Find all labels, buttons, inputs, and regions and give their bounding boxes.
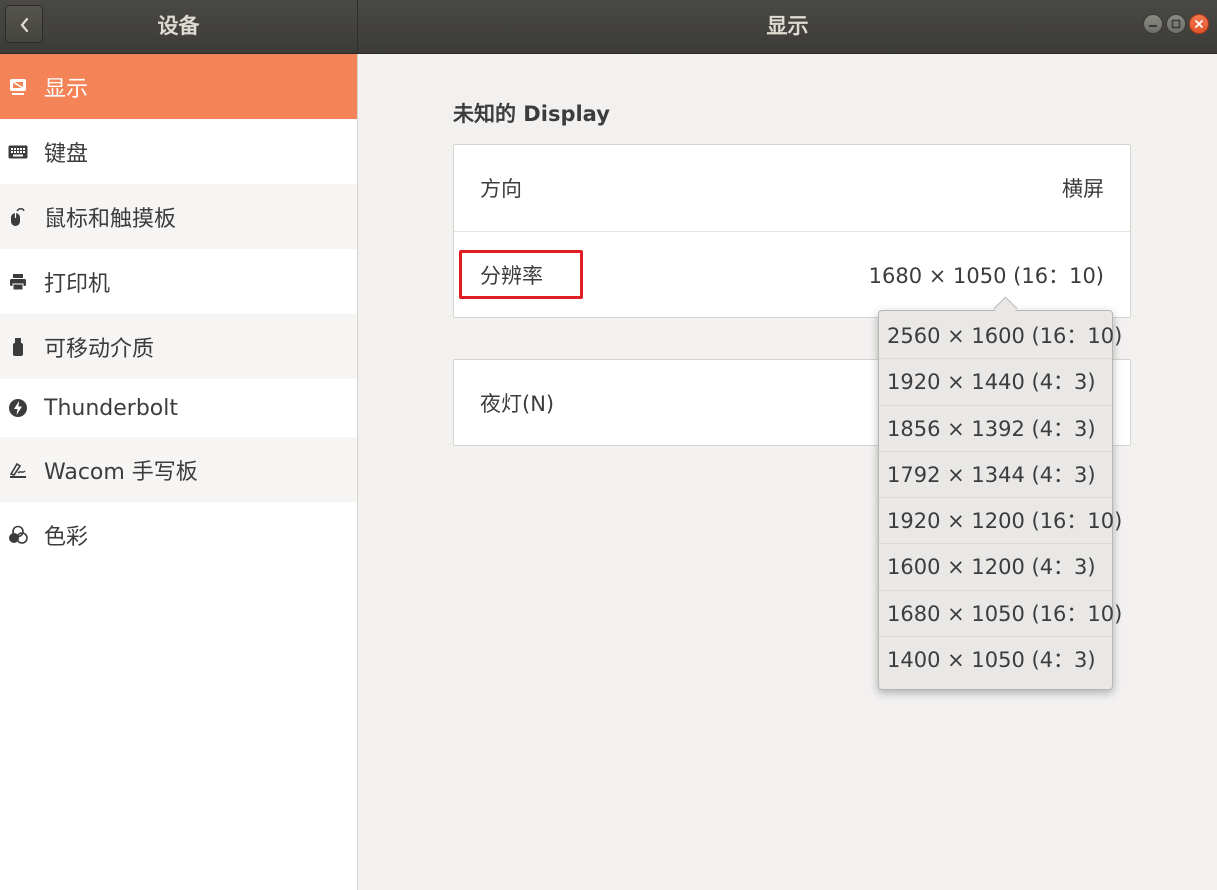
sidebar-item-label: 显示 <box>44 76 89 102</box>
resolution-option[interactable]: 1856 × 1392 (4：3) <box>879 406 1112 452</box>
resolution-option[interactable]: 1680 × 1050 (16：10) <box>879 591 1122 638</box>
sidebar: 显示 键盘 鼠标和触摸板 打印机 可移动介质 Thunderbolt Wacom… <box>0 54 358 890</box>
header-bar: 设备 显示 <box>0 0 1217 54</box>
thunderbolt-icon <box>8 398 28 418</box>
orientation-row[interactable]: 方向 横屏 <box>454 145 1130 231</box>
sidebar-item-wacom-tablet[interactable]: Wacom 手写板 <box>0 437 357 502</box>
close-icon <box>1195 20 1203 28</box>
resolution-row[interactable]: 分辨率 1680 × 1050 (16：10) <box>454 231 1130 318</box>
display-icon <box>8 77 28 97</box>
resolution-option-list: 2560 × 1600 (16：10) 1920 × 1440 (4：3) 18… <box>879 313 1122 683</box>
resolution-option[interactable]: 1920 × 1200 (16：10) <box>879 498 1122 545</box>
sidebar-item-label: 键盘 <box>44 141 89 167</box>
mouse-icon <box>8 207 28 227</box>
sidebar-header-title: 设备 <box>157 14 200 38</box>
sidebar-item-label: Thunderbolt <box>44 395 178 421</box>
usb-drive-icon <box>8 337 28 357</box>
sidebar-item-color[interactable]: 色彩 <box>0 502 357 567</box>
maximize-icon <box>1171 19 1181 29</box>
close-button[interactable] <box>1189 14 1209 34</box>
sidebar-header: 设备 <box>0 0 358 53</box>
sidebar-item-printers[interactable]: 打印机 <box>0 249 357 314</box>
printer-icon <box>8 272 28 292</box>
keyboard-icon <box>8 142 28 162</box>
tablet-icon <box>8 460 28 480</box>
minimize-icon <box>1149 25 1157 27</box>
sidebar-item-label: 鼠标和触摸板 <box>44 206 177 232</box>
sidebar-item-label: 色彩 <box>44 524 89 550</box>
annotation-highlight-box <box>459 250 583 299</box>
sidebar-item-keyboard[interactable]: 键盘 <box>0 119 357 184</box>
sidebar-item-mouse[interactable]: 鼠标和触摸板 <box>0 184 357 249</box>
color-icon <box>8 525 28 545</box>
minimize-button[interactable] <box>1143 14 1163 34</box>
orientation-value: 横屏 <box>1062 177 1104 201</box>
orientation-label: 方向 <box>480 177 522 201</box>
resolution-option[interactable]: 1792 × 1344 (4：3) <box>879 452 1112 499</box>
resolution-option[interactable]: 2560 × 1600 (16：10) <box>879 313 1122 360</box>
sidebar-item-label: 可移动介质 <box>44 336 155 362</box>
display-section-title: 未知的 Display <box>453 102 610 126</box>
chevron-left-icon <box>20 17 29 33</box>
window-title: 显示 <box>766 14 809 38</box>
sidebar-item-label: Wacom 手写板 <box>44 459 198 485</box>
maximize-button[interactable] <box>1166 14 1186 34</box>
window-controls <box>1143 14 1209 34</box>
resolution-option[interactable]: 1400 × 1050 (4：3) <box>879 637 1112 683</box>
resolution-dropdown: 2560 × 1600 (16：10) 1920 × 1440 (4：3) 18… <box>878 310 1122 690</box>
resolution-option[interactable]: 1600 × 1200 (4：3) <box>879 544 1112 591</box>
night-light-label: 夜灯(N) <box>480 392 555 416</box>
back-button[interactable] <box>5 5 43 43</box>
sidebar-item-display[interactable]: 显示 <box>0 54 357 119</box>
sidebar-item-removable-media[interactable]: 可移动介质 <box>0 314 357 379</box>
resolution-option[interactable]: 1920 × 1440 (4：3) <box>879 359 1112 406</box>
sidebar-item-thunderbolt[interactable]: Thunderbolt <box>0 379 357 437</box>
display-settings-card: 方向 横屏 分辨率 1680 × 1050 (16：10) <box>453 144 1131 318</box>
sidebar-item-label: 打印机 <box>44 271 111 297</box>
resolution-value: 1680 × 1050 (16：10) <box>868 264 1104 288</box>
